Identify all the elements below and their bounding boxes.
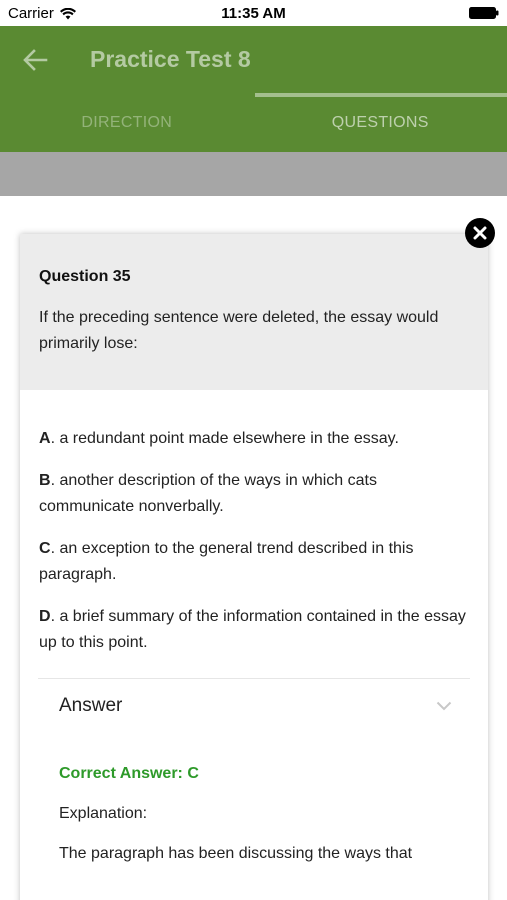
- question-header: Question 35 If the preceding sentence we…: [20, 234, 488, 390]
- option-d[interactable]: D. a brief summary of the information co…: [39, 604, 470, 656]
- screen: Carrier 11:35 AM Practice Test 8 DIRECTI…: [0, 0, 507, 900]
- option-b[interactable]: B. another description of the ways in wh…: [39, 468, 470, 520]
- option-text: . a redundant point made elsewhere in th…: [50, 430, 399, 447]
- app-bar: Practice Test 8 DIRECTION QUESTIONS: [0, 26, 507, 152]
- option-text: . an exception to the general trend desc…: [39, 540, 414, 583]
- option-c[interactable]: C. an exception to the general trend des…: [39, 536, 470, 588]
- answer-toggle[interactable]: Answer: [20, 679, 488, 735]
- page-title: Practice Test 8: [90, 46, 251, 72]
- dimmed-backdrop: [0, 152, 507, 196]
- option-text: . a brief summary of the information con…: [39, 608, 466, 651]
- option-text: . another description of the ways in whi…: [39, 472, 377, 515]
- close-icon: [473, 226, 487, 240]
- tab-indicator: [255, 93, 507, 97]
- status-bar: Carrier 11:35 AM: [0, 0, 507, 26]
- option-letter: B: [39, 472, 51, 489]
- explanation-text: The paragraph has been discussing the wa…: [59, 845, 413, 862]
- explanation-label: Explanation:: [59, 805, 148, 822]
- close-button[interactable]: [465, 218, 495, 248]
- question-text: If the preceding sentence were deleted, …: [39, 309, 439, 352]
- option-letter: D: [39, 608, 51, 625]
- tab-bar: DIRECTION QUESTIONS: [0, 98, 507, 152]
- option-letter: C: [39, 540, 51, 557]
- back-arrow-icon[interactable]: [22, 48, 48, 72]
- status-time: 11:35 AM: [221, 5, 286, 22]
- chevron-down-icon[interactable]: [436, 701, 452, 711]
- correct-answer: Correct Answer: C: [59, 765, 199, 782]
- question-dialog: Question 35 If the preceding sentence we…: [20, 234, 488, 900]
- option-letter: A: [39, 430, 51, 447]
- answer-label: Answer: [59, 695, 123, 716]
- tab-direction[interactable]: DIRECTION: [0, 98, 254, 152]
- question-title: Question 35: [39, 268, 131, 285]
- option-a[interactable]: A. a redundant point made elsewhere in t…: [39, 426, 470, 452]
- options-list: A. a redundant point made elsewhere in t…: [20, 390, 488, 656]
- tab-questions[interactable]: QUESTIONS: [254, 98, 507, 152]
- battery-icon: [469, 7, 499, 19]
